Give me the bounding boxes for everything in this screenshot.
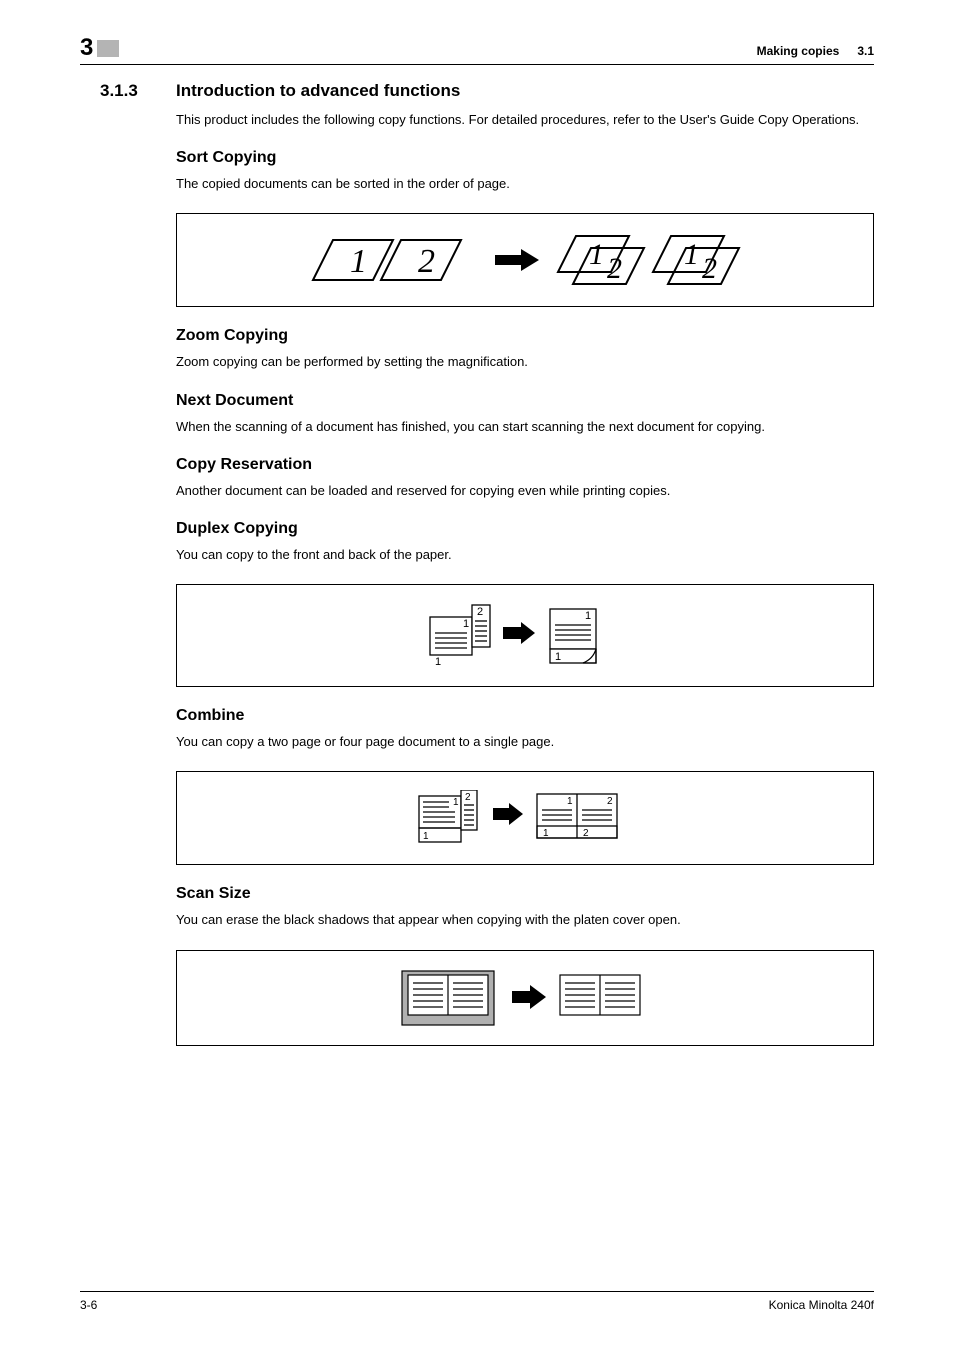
header-right: Making copies 3.1: [757, 44, 874, 62]
page: 3 Making copies 3.1 3.1.3 Introduction t…: [0, 0, 954, 1350]
footer-row: 3-6 Konica Minolta 240f: [80, 1298, 874, 1312]
svg-text:1: 1: [350, 243, 367, 280]
svg-text:1: 1: [423, 831, 429, 842]
svg-text:1: 1: [543, 828, 549, 839]
zoom-copying-heading: Zoom Copying: [176, 327, 874, 345]
svg-text:1: 1: [435, 656, 441, 668]
scan-size-body: You can erase the black shadows that app…: [176, 911, 874, 929]
indented-content: This product includes the following copy…: [176, 111, 874, 1046]
svg-text:1: 1: [555, 651, 561, 663]
chapter-badge: 3: [80, 34, 119, 62]
scan-size-svg: [400, 969, 650, 1027]
content: 3.1.3 Introduction to advanced functions…: [80, 81, 874, 1046]
footer-product: Konica Minolta 240f: [769, 1298, 874, 1312]
svg-text:1: 1: [585, 610, 591, 622]
svg-text:1: 1: [684, 238, 699, 271]
next-document-body: When the scanning of a document has fini…: [176, 418, 874, 436]
section-heading: 3.1.3 Introduction to advanced functions: [100, 81, 874, 101]
header-title: Making copies: [757, 44, 840, 58]
next-document-heading: Next Document: [176, 392, 874, 410]
sort-copying-illustration: 1 2 1 2 1: [176, 213, 874, 307]
zoom-copying-body: Zoom copying can be performed by setting…: [176, 353, 874, 371]
combine-body: You can copy a two page or four page doc…: [176, 733, 874, 751]
svg-text:2: 2: [583, 828, 589, 839]
sort-copying-body: The copied documents can be sorted in th…: [176, 175, 874, 193]
footer: 3-6 Konica Minolta 240f: [80, 1291, 874, 1312]
footer-rule: [80, 1291, 874, 1292]
chapter-number: 3: [80, 34, 97, 62]
svg-text:2: 2: [702, 252, 717, 285]
section-number: 3.1.3: [100, 81, 176, 101]
chapter-tab: [97, 40, 119, 57]
svg-text:1: 1: [567, 796, 573, 807]
header-row: 3 Making copies 3.1: [80, 34, 874, 62]
footer-page: 3-6: [80, 1298, 97, 1312]
svg-text:2: 2: [607, 796, 613, 807]
scan-size-illustration: [176, 950, 874, 1046]
scan-size-heading: Scan Size: [176, 885, 874, 903]
svg-text:1: 1: [589, 238, 604, 271]
section-intro: This product includes the following copy…: [176, 111, 874, 129]
duplex-copying-illustration: 1 1 2: [176, 584, 874, 687]
svg-text:2: 2: [607, 252, 622, 285]
svg-text:2: 2: [465, 792, 471, 803]
svg-text:2: 2: [418, 243, 435, 280]
combine-heading: Combine: [176, 707, 874, 725]
sort-copying-svg: 1 2 1 2 1: [295, 232, 755, 288]
section-title: Introduction to advanced functions: [176, 81, 460, 101]
svg-text:2: 2: [477, 606, 483, 618]
svg-text:1: 1: [453, 797, 459, 808]
copy-reservation-body: Another document can be loaded and reser…: [176, 482, 874, 500]
header-rule: [80, 64, 874, 65]
combine-illustration: 1 1 2: [176, 771, 874, 865]
combine-svg: 1 1 2: [415, 790, 635, 846]
svg-text:1: 1: [463, 618, 469, 630]
sort-copying-heading: Sort Copying: [176, 149, 874, 167]
duplex-copying-body: You can copy to the front and back of th…: [176, 546, 874, 564]
copy-reservation-heading: Copy Reservation: [176, 456, 874, 474]
duplex-copying-svg: 1 1 2: [425, 603, 625, 668]
duplex-copying-heading: Duplex Copying: [176, 520, 874, 538]
header-section: 3.1: [857, 44, 874, 58]
